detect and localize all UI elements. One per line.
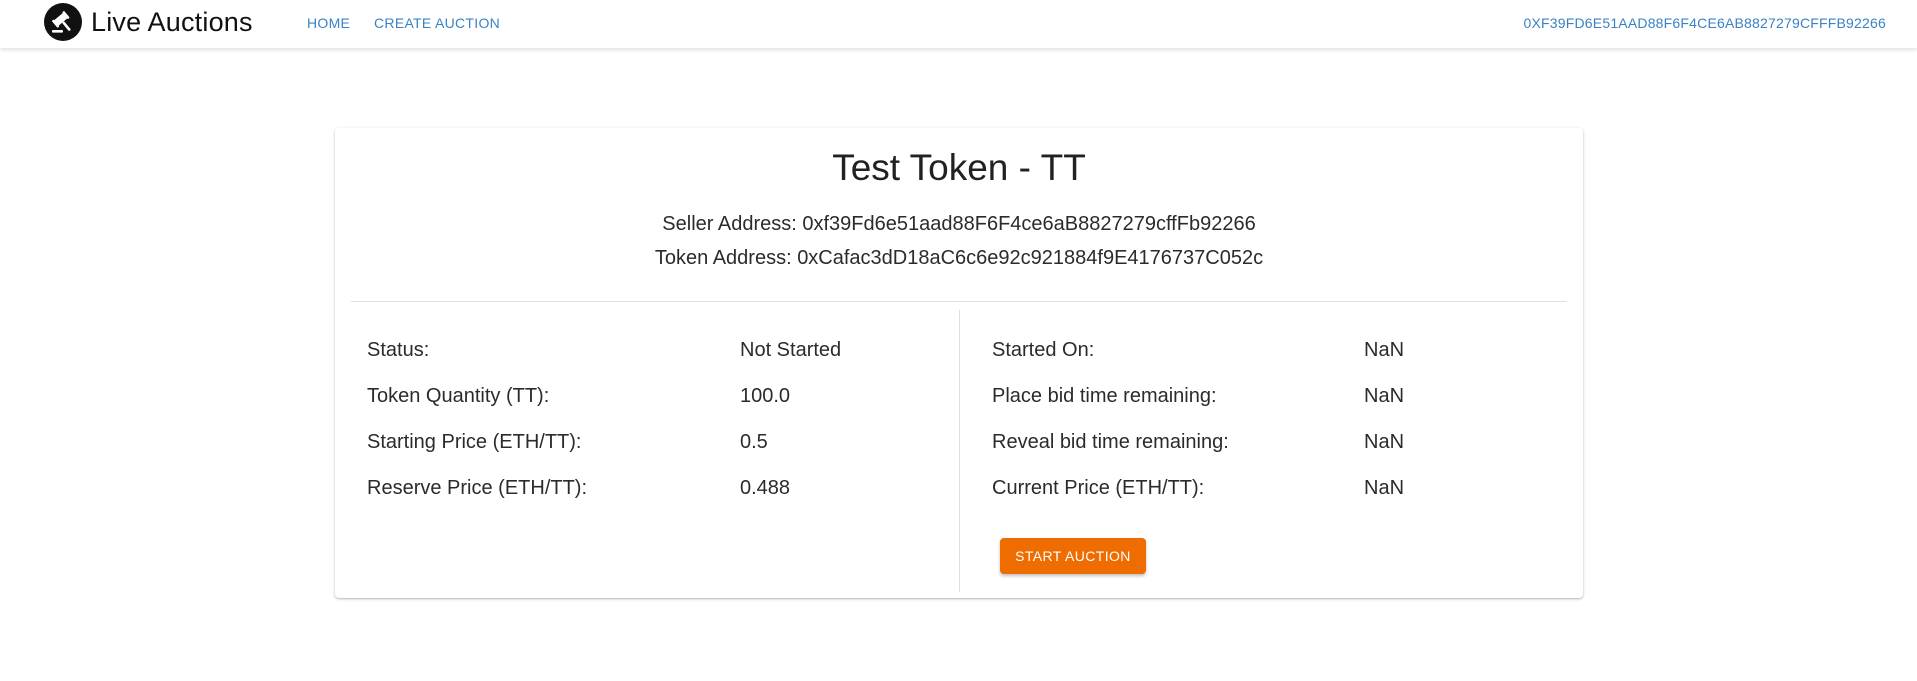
start-auction-button[interactable]: START AUCTION [1000, 538, 1146, 574]
nav-home-link[interactable]: HOME [307, 15, 350, 31]
seller-address-label: Seller Address: [662, 213, 797, 235]
starting-price-label: Starting Price (ETH/TT): [367, 431, 582, 453]
status-value: Not Started [740, 339, 842, 361]
horizontal-divider [351, 301, 1567, 302]
current-price-value: NaN [1364, 477, 1405, 499]
seller-address-value: 0xf39Fd6e51aad88F6F4ce6aB8827279cffFb922… [802, 213, 1256, 235]
brand-home-link[interactable]: Live Auctions [44, 2, 253, 42]
starting-price-value: 0.5 [740, 431, 768, 453]
vertical-divider [959, 310, 960, 592]
status-label: Status: [367, 339, 430, 361]
token-quantity-label: Token Quantity (TT): [367, 385, 550, 407]
started-on-value: NaN [1364, 339, 1405, 361]
started-on-label: Started On: [992, 339, 1095, 361]
reserve-price-label: Reserve Price (ETH/TT): [367, 477, 588, 499]
token-address-value: 0xCafac3dD18aC6c6e92c921884f9E4176737C05… [797, 247, 1264, 269]
reveal-bid-time-value: NaN [1364, 431, 1405, 453]
seller-address-line: Seller Address: 0xf39Fd6e51aad88F6F4ce6a… [335, 213, 1583, 236]
auction-card: Test Token - TT Seller Address: 0xf39Fd6… [335, 128, 1583, 598]
current-price-label: Current Price (ETH/TT): [992, 477, 1205, 499]
brand-name: Live Auctions [91, 6, 253, 37]
auction-title: Test Token - TT [832, 147, 1086, 188]
token-address-line: Token Address: 0xCafac3dD18aC6c6e92c9218… [335, 247, 1583, 270]
gavel-icon [44, 3, 82, 41]
token-address-label: Token Address: [654, 247, 792, 269]
app-bar: Live Auctions HOME CREATE AUCTION 0XF39F… [0, 0, 1917, 48]
reveal-bid-time-label: Reveal bid time remaining: [992, 431, 1229, 453]
place-bid-time-value: NaN [1364, 385, 1405, 407]
account-address-link[interactable]: 0XF39FD6E51AAD88F6F4CE6AB8827279CFFFB922… [1524, 15, 1887, 31]
place-bid-time-label: Place bid time remaining: [992, 385, 1217, 407]
token-quantity-value: 100.0 [740, 385, 791, 407]
reserve-price-value: 0.488 [740, 477, 791, 499]
nav-create-auction-link[interactable]: CREATE AUCTION [374, 15, 500, 31]
